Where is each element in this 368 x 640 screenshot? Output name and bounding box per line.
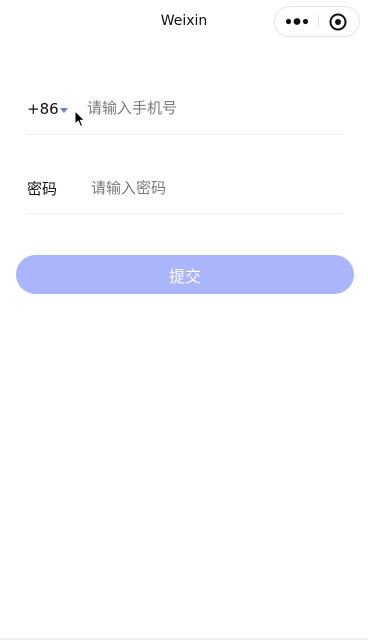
- login-page: Weixin +86 密码 提交: [0, 0, 368, 640]
- password-input[interactable]: [91, 177, 337, 199]
- submit-button[interactable]: 提交: [16, 255, 354, 294]
- navigation-bar: Weixin: [0, 0, 368, 44]
- mini-program-capsule: [274, 6, 360, 37]
- password-row: 密码: [27, 167, 343, 214]
- password-label: 密码: [27, 180, 58, 198]
- more-dots-icon: [285, 18, 309, 25]
- mouse-pointer-icon: [74, 110, 86, 127]
- close-mini-program-button[interactable]: [318, 7, 359, 36]
- country-code-selector[interactable]: +86: [27, 100, 59, 118]
- phone-input[interactable]: [87, 97, 337, 119]
- target-circle-icon: [329, 13, 347, 31]
- more-menu-button[interactable]: [275, 7, 318, 36]
- chevron-down-icon[interactable]: [60, 108, 68, 113]
